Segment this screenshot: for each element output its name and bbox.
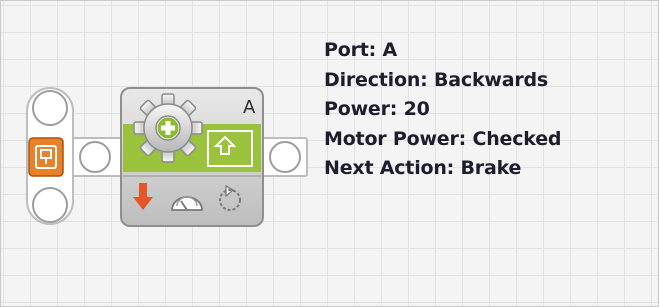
next-action-setting: Next Action: Brake (324, 157, 522, 179)
bottom-beam-plug[interactable] (32, 187, 68, 223)
motor-power-setting: Motor Power: Checked (324, 127, 562, 150)
config-summary: Port: A Direction: Backwards Power: 20 M… (324, 36, 562, 184)
motor-block[interactable]: A (120, 87, 264, 227)
direction-setting: Direction: Backwards (324, 68, 549, 91)
output-plug[interactable] (269, 141, 301, 173)
start-area[interactable] (26, 87, 74, 225)
input-plug[interactable] (79, 141, 111, 173)
power-setting: Power: 20 (324, 98, 430, 120)
gear-icon (133, 93, 203, 163)
block-port-label: A (243, 97, 256, 118)
top-beam-plug[interactable] (32, 90, 68, 126)
port-setting: Port: A (324, 39, 397, 61)
